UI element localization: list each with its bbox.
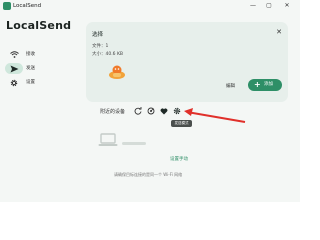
edit-button[interactable]: 编辑 <box>226 83 235 89</box>
app-window: LocalSend — ▢ ✕ LocalSend 接收 发送 设置 选择 文件… <box>0 0 300 202</box>
sidebar-item-label: 发送 <box>26 66 35 71</box>
selection-title: 选择 <box>92 32 104 38</box>
file-count: 文件：1 <box>92 44 109 49</box>
nearby-devices-title: 附近的设备 <box>100 109 126 115</box>
wifi-icon <box>5 49 23 60</box>
laptop-icon <box>98 132 118 146</box>
sidebar: LocalSend 接收 发送 设置 <box>0 12 84 202</box>
main-panel: 选择 文件：1 大小：40.6 KB ✕ 编辑 + 添加 附近的设备 发送模式 … <box>86 22 293 202</box>
sidebar-item-label: 接收 <box>26 52 35 57</box>
settings-icon[interactable] <box>172 106 182 116</box>
sidebar-item-settings[interactable]: 设置 <box>4 77 80 88</box>
file-thumbnail-icon[interactable] <box>108 62 126 80</box>
app-name-heading: LocalSend <box>6 19 72 32</box>
manual-send-link[interactable]: 设置手动 <box>170 156 188 162</box>
close-icon[interactable]: ✕ <box>276 28 282 36</box>
refresh-icon[interactable] <box>133 106 143 116</box>
gear-icon <box>5 77 23 88</box>
maximize-button[interactable]: ▢ <box>262 1 276 11</box>
send-icon <box>5 63 23 74</box>
title-bar: LocalSend — ▢ ✕ <box>0 0 300 12</box>
scan-icon[interactable] <box>146 106 156 116</box>
window-title: LocalSend <box>13 3 42 9</box>
sidebar-item-send[interactable]: 发送 <box>4 63 80 74</box>
device-placeholder <box>92 126 288 156</box>
selection-card: 选择 文件：1 大小：40.6 KB ✕ 编辑 + 添加 <box>86 22 288 102</box>
sidebar-item-receive[interactable]: 接收 <box>4 49 80 60</box>
close-window-button[interactable]: ✕ <box>280 1 294 11</box>
favorite-icon[interactable] <box>159 106 169 116</box>
add-button[interactable]: + 添加 <box>248 79 282 91</box>
minimize-button[interactable]: — <box>246 1 260 11</box>
app-icon <box>3 2 11 10</box>
file-size: 大小：40.6 KB <box>92 52 123 57</box>
sidebar-item-label: 设置 <box>26 80 35 85</box>
add-button-label: 添加 <box>264 82 273 87</box>
plus-icon: + <box>254 80 261 89</box>
network-help-text: 请确保目标连接的是同一个 Wi-Fi 网络 <box>114 172 183 177</box>
device-name-placeholder <box>122 142 146 145</box>
